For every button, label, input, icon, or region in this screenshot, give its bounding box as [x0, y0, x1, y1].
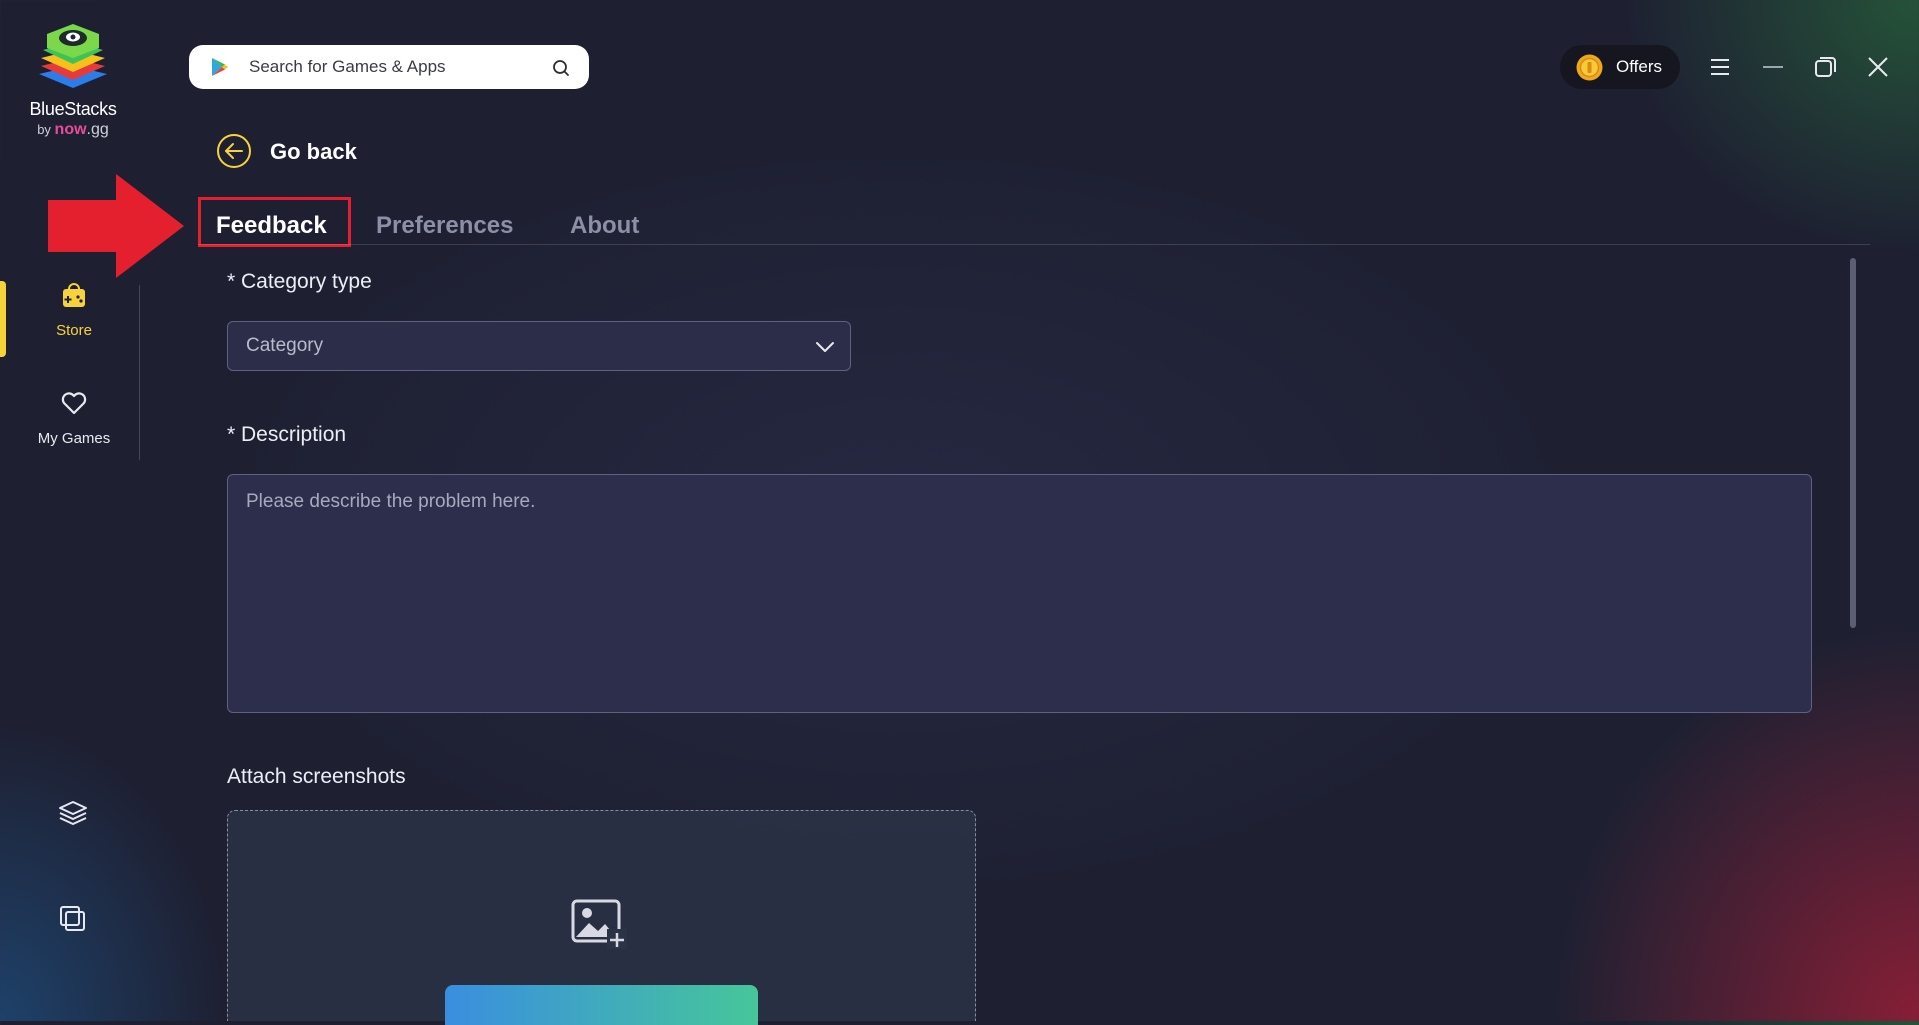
heart-icon [61, 392, 87, 415]
description-label: * Description [227, 423, 347, 446]
brand-subtitle: by now.gg [28, 121, 118, 139]
offers-label: Offers [1616, 57, 1662, 76]
brand-gg: .gg [86, 121, 109, 138]
screenshot-dropzone[interactable] [227, 810, 976, 1025]
attach-screenshots-label: Attach screenshots [227, 765, 406, 788]
offers-button[interactable]: Offers [1560, 45, 1680, 89]
search-bar[interactable]: Search for Games & Apps [189, 45, 589, 89]
arrow-left-circle-icon [217, 134, 251, 168]
menu-icon[interactable] [1705, 52, 1735, 82]
add-image-icon [571, 899, 627, 949]
brand-name: BlueStacks [29, 99, 117, 119]
search-input[interactable]: Search for Games & Apps [249, 57, 446, 77]
close-icon[interactable] [1863, 52, 1893, 82]
multi-instance-icon[interactable] [57, 903, 89, 935]
sidebar-item-label: My Games [37, 430, 111, 447]
chevron-down-icon [816, 342, 834, 352]
upload-button[interactable] [445, 985, 758, 1025]
restore-icon[interactable] [1810, 52, 1840, 82]
minimize-icon[interactable] [1758, 52, 1788, 82]
tabs-divider [198, 244, 1870, 245]
red-arrow-annotation-icon [48, 174, 184, 278]
brand-by: by [37, 122, 51, 137]
search-icon[interactable] [551, 58, 571, 78]
brand-now: now [54, 121, 87, 138]
scrollbar-thumb[interactable] [1850, 258, 1856, 628]
category-type-label: * Category type [227, 270, 372, 293]
tab-about[interactable]: About [570, 212, 639, 240]
coin-icon [1576, 54, 1603, 81]
google-play-icon [212, 58, 228, 76]
tab-preferences[interactable]: Preferences [376, 212, 513, 240]
feedback-highlight-box [198, 197, 351, 247]
description-textarea[interactable] [227, 474, 1812, 713]
category-select-value: Category [246, 335, 324, 356]
category-select[interactable]: Category [227, 321, 851, 371]
sidebar-item-label: Store [56, 322, 92, 339]
sidebar-item-my-games[interactable]: My Games [4, 388, 144, 447]
bluestacks-logo-icon [39, 24, 107, 88]
bluestacks-logo: BlueStacks by now.gg [28, 22, 118, 139]
store-bag-icon [63, 283, 85, 307]
layers-icon[interactable] [57, 798, 89, 830]
sidebar-item-store[interactable]: Store [4, 280, 144, 339]
go-back-label: Go back [270, 139, 357, 164]
